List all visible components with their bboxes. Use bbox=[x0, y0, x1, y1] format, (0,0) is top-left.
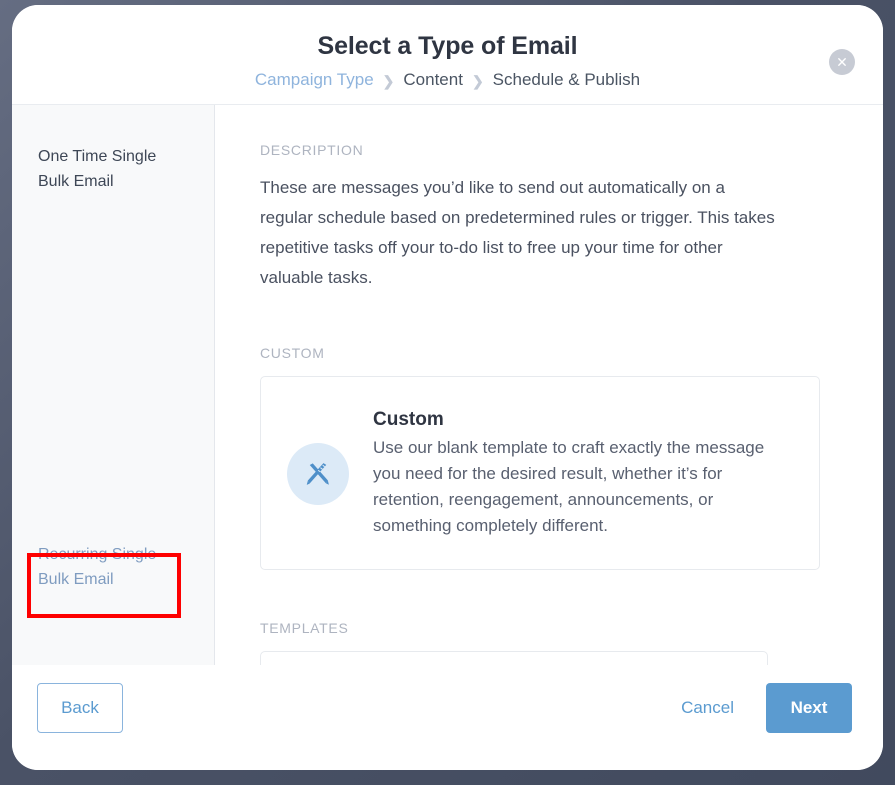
sidebar-item-recurring-single-bulk-email[interactable]: Recurring Single Bulk Email bbox=[38, 542, 188, 592]
back-button[interactable]: Back bbox=[37, 683, 123, 733]
chevron-right-icon: ❯ bbox=[471, 73, 484, 89]
email-type-detail-scroll-area[interactable]: DESCRIPTION These are messages you’d lik… bbox=[215, 105, 883, 665]
dialog-header: Select a Type of Email Campaign Type ❯ C… bbox=[12, 5, 883, 104]
email-type-detail-content: DESCRIPTION These are messages you’d lik… bbox=[215, 105, 883, 665]
next-button[interactable]: Next bbox=[766, 683, 852, 733]
close-button[interactable] bbox=[829, 49, 855, 75]
chevron-right-icon: ❯ bbox=[382, 73, 395, 89]
custom-section-label: CUSTOM bbox=[260, 345, 325, 361]
templates-section-label: TEMPLATES bbox=[260, 620, 349, 636]
custom-card-text: Custom Use our blank template to craft e… bbox=[373, 409, 793, 539]
description-text: These are messages you’d like to send ou… bbox=[260, 178, 775, 287]
breadcrumb: Campaign Type ❯ Content ❯ Schedule & Pub… bbox=[12, 70, 883, 90]
sidebar-item-one-time-single-bulk-email[interactable]: One Time Single Bulk Email bbox=[38, 144, 188, 194]
custom-template-card[interactable]: Custom Use our blank template to craft e… bbox=[260, 376, 820, 570]
dialog-footer: Back Cancel Next bbox=[12, 665, 883, 770]
description-section-label: DESCRIPTION bbox=[260, 142, 364, 158]
close-icon bbox=[838, 58, 846, 66]
custom-card-title: Custom bbox=[373, 409, 444, 430]
campaign-type-sidebar: One Time Single Bulk Email Recurring Sin… bbox=[12, 105, 215, 665]
pencil-ruler-icon bbox=[287, 443, 349, 505]
cancel-button[interactable]: Cancel bbox=[675, 683, 740, 733]
breadcrumb-item-campaign-type[interactable]: Campaign Type bbox=[255, 70, 374, 90]
breadcrumb-item-content[interactable]: Content bbox=[403, 70, 463, 90]
dialog-body: One Time Single Bulk Email Recurring Sin… bbox=[12, 104, 883, 665]
template-card[interactable] bbox=[260, 651, 768, 665]
page-title: Select a Type of Email bbox=[317, 32, 578, 60]
select-email-type-dialog: Select a Type of Email Campaign Type ❯ C… bbox=[12, 5, 883, 770]
custom-card-description: Use our blank template to craft exactly … bbox=[373, 438, 765, 535]
breadcrumb-item-schedule-publish[interactable]: Schedule & Publish bbox=[493, 70, 640, 90]
